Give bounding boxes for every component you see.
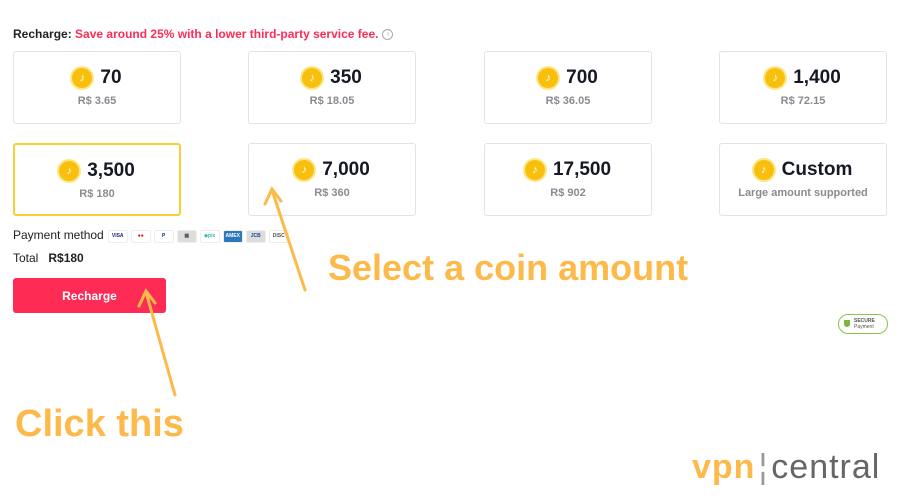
arrow-to-card — [270, 188, 307, 292]
logo-central: central — [771, 448, 881, 486]
arrow-to-button — [144, 290, 177, 397]
annotation-click: Click this — [15, 403, 184, 445]
annotation-select: Select a coin amount — [328, 247, 689, 288]
vpncentral-logo: vpn¦central — [692, 448, 881, 486]
logo-vpn: vpn — [692, 448, 756, 486]
